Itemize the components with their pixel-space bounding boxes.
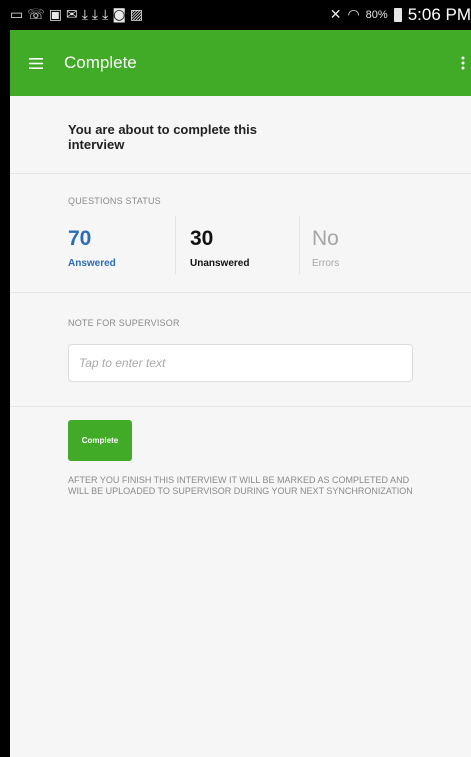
unanswered-caption: Unanswered (190, 258, 250, 269)
battery-percent: 80% (365, 9, 388, 21)
download-icon: ⤓ (102, 7, 109, 23)
supervisor-note-input[interactable]: Tap to enter text (68, 344, 413, 382)
screen-icon: ▣ (48, 7, 62, 23)
intro-section: You are about to complete this interview (10, 96, 471, 174)
overflow-menu-button[interactable] (457, 52, 469, 74)
cast-icon: ▭ (10, 7, 24, 23)
battery-icon (393, 8, 402, 22)
answered-stat[interactable]: 70 Answered (68, 216, 176, 274)
screen: ▭ ☏ ▣ ✉ ⤓ ⤓ ⤓ ◙ ▨ ✕ ◠ 80% 5:06 PM Comple… (10, 0, 471, 757)
answered-count: 70 (68, 227, 92, 250)
answered-caption: Answered (68, 258, 116, 269)
photo-icon: ▨ (129, 7, 144, 23)
mail-icon: ✉ (65, 7, 78, 23)
complete-button[interactable]: Complete (68, 420, 132, 461)
unanswered-stat[interactable]: 30 Unanswered (190, 216, 300, 274)
note-label: NOTE FOR SUPERVISOR (68, 318, 180, 328)
status-bar: ▭ ☏ ▣ ✉ ⤓ ⤓ ⤓ ◙ ▨ ✕ ◠ 80% 5:06 PM (10, 0, 471, 30)
mute-icon: ✕ (329, 7, 342, 23)
device-frame: ▭ ☏ ▣ ✉ ⤓ ⤓ ⤓ ◙ ▨ ✕ ◠ 80% 5:06 PM Comple… (0, 0, 471, 757)
note-section: NOTE FOR SUPERVISOR Tap to enter text (10, 293, 471, 407)
app-bar: Complete (10, 30, 471, 96)
errors-count: No (312, 227, 339, 250)
questions-status-label: QUESTIONS STATUS (68, 196, 161, 206)
wifi-icon: ◠ (347, 7, 360, 23)
download-icon: ⤓ (91, 7, 99, 23)
questions-status-section: QUESTIONS STATUS 70 Answered 30 Unanswer… (10, 174, 471, 293)
notification-icons: ▭ ☏ ▣ ✉ ⤓ ⤓ ⤓ ◙ ▨ (10, 8, 143, 22)
errors-stat: No Errors (312, 216, 412, 274)
page-title: Complete (64, 53, 137, 72)
system-icons: ✕ ◠ 80% 5:06 PM (330, 5, 471, 25)
menu-button[interactable] (10, 30, 62, 96)
errors-caption: Errors (312, 258, 340, 269)
clock: 5:06 PM (407, 5, 471, 24)
download-icon: ⤓ (81, 7, 88, 23)
finish-note: AFTER YOU FINISH THIS INTERVIEW IT WILL … (68, 475, 413, 496)
intro-text: You are about to complete this interview (68, 122, 258, 152)
unanswered-count: 30 (190, 227, 214, 250)
camera-icon: ◙ (112, 7, 126, 23)
hamburger-icon (29, 57, 43, 69)
wifi-call-icon: ☏ (27, 7, 45, 23)
more-vert-icon (461, 56, 465, 70)
